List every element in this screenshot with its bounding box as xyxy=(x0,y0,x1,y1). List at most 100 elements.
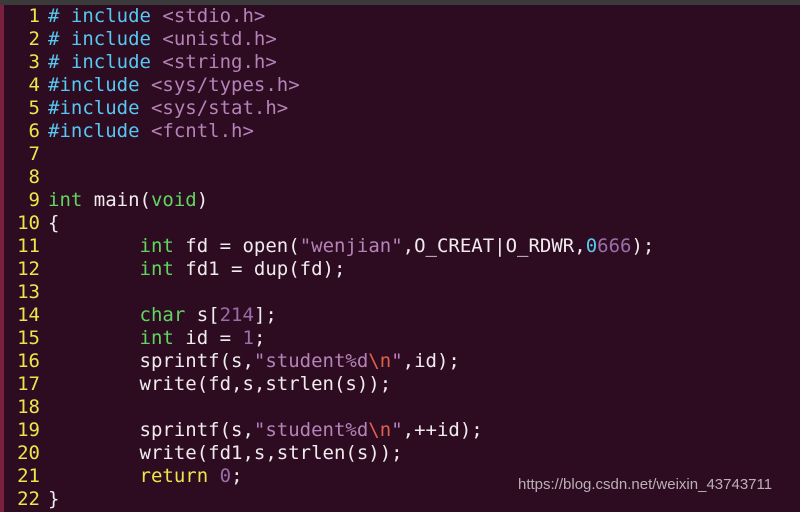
code-line-text[interactable]: sprintf(s,"student%d\n",++id); xyxy=(40,419,483,442)
code-token-pp: #include xyxy=(48,74,151,96)
code-line[interactable]: 1 # include <stdio.h> xyxy=(4,5,800,28)
code-line-text[interactable]: } xyxy=(40,488,59,511)
code-token-plain: ; xyxy=(253,327,266,349)
code-line[interactable]: 5 #include <sys/stat.h> xyxy=(4,97,800,120)
code-token-type: int xyxy=(139,258,174,280)
code-line-text[interactable]: int main(void) xyxy=(40,189,208,212)
code-token-pp: # include xyxy=(48,5,163,27)
code-token-pp: # include xyxy=(48,51,163,73)
line-number: 17 xyxy=(17,373,40,395)
code-line-text[interactable]: # include <string.h> xyxy=(40,51,277,74)
line-number: 13 xyxy=(17,281,40,303)
watermark-url: https://blog.csdn.net/weixin_43743711 xyxy=(518,476,773,493)
code-token-header: <string.h> xyxy=(162,51,277,73)
code-line-text[interactable]: #include <sys/types.h> xyxy=(40,74,300,97)
code-line-text[interactable]: #include <sys/stat.h> xyxy=(40,97,288,120)
code-line[interactable]: 14 char s[214]; xyxy=(4,304,800,327)
code-token-macro: O_CREAT|O_RDWR xyxy=(414,235,575,257)
code-token-plain: id = xyxy=(173,327,243,349)
code-line-text[interactable]: #include <fcntl.h> xyxy=(40,120,254,143)
code-line[interactable]: 13 xyxy=(4,281,800,304)
code-token-plain: sprintf(s, xyxy=(48,350,254,372)
code-line[interactable]: 12 int fd1 = dup(fd); xyxy=(4,258,800,281)
code-line-text[interactable]: { xyxy=(40,212,59,235)
code-token-header: <unistd.h> xyxy=(162,28,277,50)
code-line[interactable]: 6 #include <fcntl.h> xyxy=(4,120,800,143)
code-token-plain: , xyxy=(402,235,415,257)
code-line[interactable]: 16 sprintf(s,"student%d\n",id); xyxy=(4,350,800,373)
code-token-plain: ,id); xyxy=(402,350,460,372)
line-number: 4 xyxy=(28,74,40,96)
code-token-num: 1 xyxy=(242,327,254,349)
line-number: 8 xyxy=(28,166,40,188)
code-listing[interactable]: 1 # include <stdio.h> 2 # include <unistd.h… xyxy=(4,5,800,512)
code-token-type: int xyxy=(139,327,174,349)
line-number: 20 xyxy=(17,442,40,464)
code-token-plain: sprintf(s, xyxy=(48,419,254,441)
code-token-header: <sys/stat.h> xyxy=(150,97,289,119)
code-token-plain: { xyxy=(48,212,60,234)
code-line-text[interactable]: char s[214]; xyxy=(40,304,277,327)
code-token-plain: write(fd,s,strlen(s)); xyxy=(48,373,392,395)
code-editor-screenshot: 1 # include <stdio.h> 2 # include <unistd.h… xyxy=(0,0,800,512)
code-token-type: int xyxy=(139,235,174,257)
code-line-text[interactable]: write(fd,s,strlen(s)); xyxy=(40,373,392,396)
line-number: 15 xyxy=(17,327,40,349)
code-line[interactable]: 20 write(fd1,s,strlen(s)); xyxy=(4,442,800,465)
line-number: 9 xyxy=(28,189,40,211)
code-line[interactable]: 11 int fd = open("wenjian",O_CREAT|O_RDW… xyxy=(4,235,800,258)
code-token-num: 214 xyxy=(219,304,254,326)
line-number: 21 xyxy=(17,465,40,487)
code-line-text[interactable]: # include <stdio.h> xyxy=(40,5,265,28)
code-line-text[interactable]: return 0; xyxy=(40,465,243,488)
code-token-kw: return xyxy=(139,465,209,487)
code-line[interactable]: 8 xyxy=(4,166,800,189)
code-line[interactable]: 19 sprintf(s,"student%d\n",++id); xyxy=(4,419,800,442)
code-token-string: "wenjian" xyxy=(299,235,403,257)
code-line-text[interactable]: # include <unistd.h> xyxy=(40,28,277,51)
code-token-plain: fd = open( xyxy=(173,235,300,257)
code-line[interactable]: 15 int id = 1; xyxy=(4,327,800,350)
code-line-text[interactable]: sprintf(s,"student%d\n",id); xyxy=(40,350,460,373)
code-line[interactable]: 7 xyxy=(4,143,800,166)
code-line-text[interactable]: write(fd1,s,strlen(s)); xyxy=(40,442,403,465)
code-token-header: <fcntl.h> xyxy=(150,120,254,142)
code-token-plain: ; xyxy=(231,465,243,487)
line-number: 3 xyxy=(28,51,40,73)
code-token-type: int xyxy=(48,189,83,211)
code-token-plain: } xyxy=(48,488,60,510)
code-token-plain: , xyxy=(574,235,586,257)
code-line[interactable]: 4 #include <sys/types.h> xyxy=(4,74,800,97)
line-number: 12 xyxy=(17,258,40,280)
code-token-plain: ); xyxy=(631,235,655,257)
line-number: 11 xyxy=(17,235,40,257)
code-token-plain: ) xyxy=(196,189,209,211)
code-line[interactable]: 2 # include <unistd.h> xyxy=(4,28,800,51)
code-token-plain: s[ xyxy=(185,304,220,326)
code-token-plain: ]; xyxy=(253,304,277,326)
line-number: 7 xyxy=(28,143,40,165)
code-line[interactable]: 18 xyxy=(4,396,800,419)
code-token-pp: # include xyxy=(48,28,163,50)
code-token-header: <stdio.h> xyxy=(162,5,266,27)
code-line[interactable]: 17 write(fd,s,strlen(s)); xyxy=(4,373,800,396)
code-token-string: " xyxy=(391,419,403,441)
code-line[interactable]: 3 # include <string.h> xyxy=(4,51,800,74)
code-line[interactable]: 9 int main(void) xyxy=(4,189,800,212)
code-token-type: char xyxy=(139,304,186,326)
code-line-text[interactable]: int fd1 = dup(fd); xyxy=(40,258,346,281)
code-line-text[interactable]: int fd = open("wenjian",O_CREAT|O_RDWR,0… xyxy=(40,235,655,258)
line-number: 2 xyxy=(28,28,40,50)
code-token-plain: write(fd1,s,strlen(s)); xyxy=(48,442,403,464)
code-token-plain: fd1 = dup(fd); xyxy=(173,258,346,280)
code-line[interactable]: 10 { xyxy=(4,212,800,235)
code-line-text[interactable]: int id = 1; xyxy=(40,327,266,350)
code-token-escape: \n xyxy=(368,419,392,441)
code-token-string: "student%d xyxy=(253,350,369,372)
code-token-header: <sys/types.h> xyxy=(150,74,300,96)
code-token-pp: #include xyxy=(48,120,151,142)
code-token-plain: ,++id); xyxy=(402,419,483,441)
